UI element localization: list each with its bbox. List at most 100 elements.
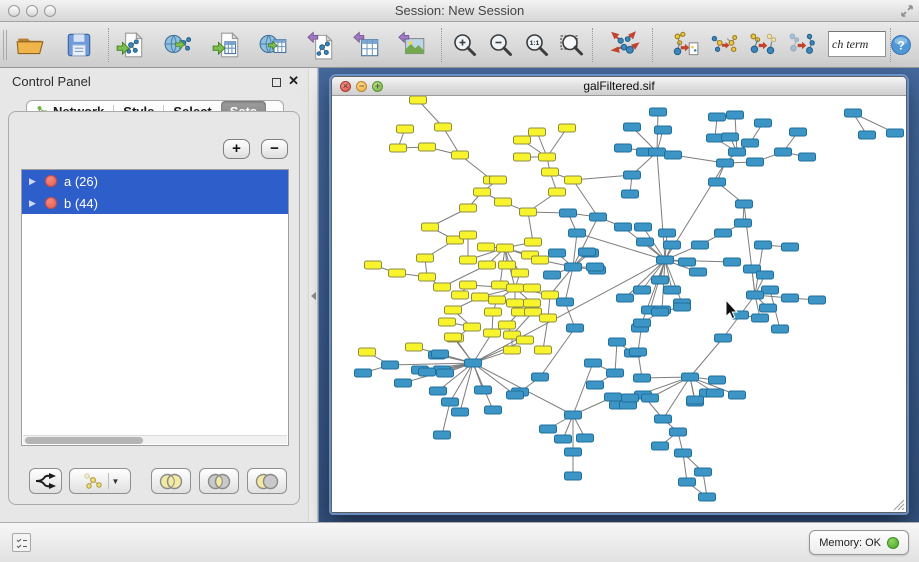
network-view-frame[interactable]: × − + galFiltered.sif xyxy=(331,76,907,513)
graph-node xyxy=(659,229,676,237)
fullscreen-icon[interactable] xyxy=(900,4,914,18)
new-network-from-selection-button[interactable] xyxy=(667,28,703,62)
panel-splitter[interactable] xyxy=(308,68,318,522)
help-button[interactable]: ? xyxy=(886,28,916,62)
apply-layout-button[interactable] xyxy=(607,28,643,62)
network-graph[interactable] xyxy=(332,96,906,512)
float-panel-icon[interactable] xyxy=(272,78,281,87)
set-difference-button[interactable] xyxy=(247,468,287,494)
expander-icon[interactable]: ▶ xyxy=(29,176,38,187)
close-panel-icon[interactable]: ✕ xyxy=(288,73,299,89)
graph-node xyxy=(709,376,726,384)
new-network-from-unselected-button[interactable] xyxy=(784,28,820,62)
graph-node xyxy=(859,131,876,139)
frame-resize-grip[interactable] xyxy=(892,498,905,511)
zoom-out-button[interactable] xyxy=(483,28,519,62)
graph-node xyxy=(757,271,774,279)
network-graph-canvas[interactable] xyxy=(332,96,906,512)
main-toolbar: 1:1 xyxy=(0,22,919,68)
search-input[interactable] xyxy=(828,31,886,57)
add-set-button[interactable]: + xyxy=(223,139,250,159)
graph-node xyxy=(532,256,549,264)
graph-node xyxy=(514,153,531,161)
control-panel: Control Panel ✕ Network Style Select Set… xyxy=(0,68,308,522)
graph-node xyxy=(475,386,492,394)
zoom-actual-size-button[interactable]: 1:1 xyxy=(519,28,555,62)
graph-node xyxy=(390,144,407,152)
task-history-button[interactable] xyxy=(12,533,31,552)
open-session-button[interactable] xyxy=(12,28,48,62)
graph-node xyxy=(555,435,572,443)
help-icon: ? xyxy=(889,33,913,57)
graph-node xyxy=(395,379,412,387)
toolbar-separator xyxy=(592,28,593,62)
graph-node xyxy=(845,109,862,117)
frame-close-button[interactable]: × xyxy=(340,81,351,92)
horizontal-scrollbar[interactable] xyxy=(23,435,287,444)
graph-node xyxy=(460,256,477,264)
zoom-selected-region-button[interactable] xyxy=(554,28,590,62)
graph-node xyxy=(630,348,647,356)
graph-node xyxy=(474,188,491,196)
graph-node xyxy=(655,126,672,134)
graph-node xyxy=(439,318,456,326)
split-set-button[interactable] xyxy=(29,468,62,494)
clone-network-button[interactable] xyxy=(745,28,781,62)
graph-node xyxy=(577,434,594,442)
collapse-panel-icon[interactable] xyxy=(311,292,316,300)
clone-network-icon xyxy=(748,30,778,60)
graph-node xyxy=(452,291,469,299)
new-network-from-selection-icon xyxy=(670,30,700,60)
graph-node xyxy=(709,113,726,121)
window-titlebar[interactable]: Session: New Session xyxy=(0,0,919,22)
graph-node xyxy=(359,348,376,356)
save-session-button[interactable] xyxy=(61,28,97,62)
graph-node xyxy=(514,136,531,144)
graph-node xyxy=(540,425,557,433)
scrollbar-thumb[interactable] xyxy=(25,437,143,444)
graph-node xyxy=(452,408,469,416)
memory-ok-indicator xyxy=(887,537,899,549)
graph-node xyxy=(707,134,724,142)
export-table-button[interactable] xyxy=(349,28,385,62)
graph-node xyxy=(542,168,559,176)
import-network-file-button[interactable] xyxy=(113,28,149,62)
graph-node xyxy=(485,308,502,316)
network-frame-titlebar[interactable]: × − + galFiltered.sif xyxy=(332,77,906,96)
graph-node xyxy=(727,111,744,119)
zoom-in-button[interactable] xyxy=(447,28,483,62)
graph-node xyxy=(517,336,534,344)
import-table-url-button[interactable] xyxy=(256,28,292,62)
graph-node xyxy=(542,291,559,299)
graph-node xyxy=(729,391,746,399)
frame-minimize-button[interactable]: − xyxy=(356,81,367,92)
graph-node xyxy=(452,151,469,159)
graph-node xyxy=(670,428,687,436)
sets-list[interactable]: ▶ a (26) ▶ b (44) xyxy=(21,169,289,446)
set-row-b[interactable]: ▶ b (44) xyxy=(22,192,288,214)
create-set-button[interactable]: ▼ xyxy=(69,468,131,494)
graph-node xyxy=(419,143,436,151)
set-row-a[interactable]: ▶ a (26) xyxy=(22,170,288,192)
export-network-button[interactable] xyxy=(303,28,339,62)
graph-node xyxy=(565,411,582,419)
import-network-url-button[interactable] xyxy=(161,28,197,62)
split-sets-icon xyxy=(35,472,57,490)
toolbar-drag-handle[interactable] xyxy=(3,30,7,60)
expander-icon[interactable]: ▶ xyxy=(29,198,38,209)
dropdown-arrow-icon[interactable]: ▼ xyxy=(112,477,120,486)
remove-set-button[interactable]: − xyxy=(261,139,288,159)
set-union-button[interactable] xyxy=(151,468,191,494)
set-intersection-button[interactable] xyxy=(199,468,239,494)
graph-node xyxy=(605,393,622,401)
import-network-file-icon xyxy=(116,30,146,60)
export-image-button[interactable] xyxy=(394,28,430,62)
graph-node xyxy=(587,381,604,389)
new-network-selected-nodes-all-edges-button[interactable] xyxy=(706,28,742,62)
import-table-file-button[interactable] xyxy=(209,28,245,62)
graph-node xyxy=(434,283,451,291)
frame-maximize-button[interactable]: + xyxy=(372,81,383,92)
graph-node xyxy=(775,148,792,156)
save-session-icon xyxy=(64,30,94,60)
memory-status-button[interactable]: Memory: OK xyxy=(809,530,909,555)
